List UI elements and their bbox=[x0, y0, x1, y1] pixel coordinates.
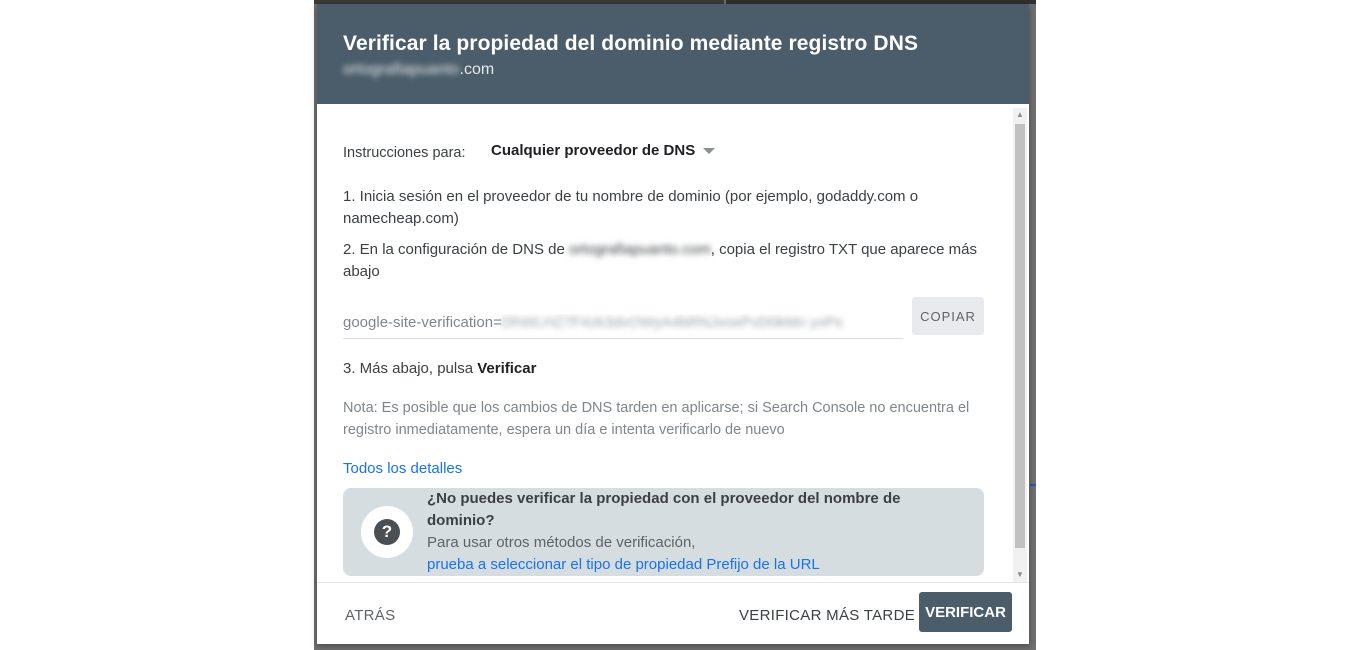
scrollbar-thumb[interactable] bbox=[1015, 124, 1025, 548]
dialog-title: Verificar la propiedad del dominio media… bbox=[343, 32, 919, 55]
dialog-footer: ATRÁS VERIFICAR MÁS TARDE VERIFICAR bbox=[317, 582, 1029, 644]
dns-provider-select[interactable]: Cualquier proveedor de DNS bbox=[491, 142, 716, 159]
dialog-header: Verificar la propiedad del dominio media… bbox=[317, 4, 1029, 104]
step-1-text: 1. Inicia sesión en el proveedor de tu n… bbox=[343, 188, 919, 227]
domain-suffix: .com bbox=[459, 61, 495, 78]
domain-subtitle: ortografiapuanto.com bbox=[343, 61, 494, 79]
txt-record-prefix: google-site-verification= bbox=[343, 314, 502, 331]
blurred-domain: ortografiapuanto bbox=[343, 61, 460, 78]
help-box: ? ¿No puedes verificar la propiedad con … bbox=[343, 488, 984, 576]
dns-note: Nota: Es posible que los cambios de DNS … bbox=[343, 400, 970, 438]
help-circle-icon: ? bbox=[374, 519, 400, 545]
scroll-up-arrow-icon[interactable]: ▲ bbox=[1013, 108, 1027, 122]
dropdown-caret-icon bbox=[703, 148, 716, 154]
txt-record-field[interactable]: google-site-verification=DhWLHZ7F4zk3dvO… bbox=[343, 314, 903, 339]
backdrop-accent bbox=[1030, 484, 1036, 486]
step-3-text: 3. Más abajo, pulsa Verificar bbox=[343, 358, 536, 380]
help-text: ¿No puedes verificar la propiedad con el… bbox=[427, 488, 957, 576]
step-2-text: 2. En la configuración de DNS de ortogra… bbox=[343, 239, 983, 283]
content-scrollbar[interactable]: ▲ ▼ bbox=[1013, 108, 1027, 582]
help-icon-circle: ? bbox=[361, 506, 413, 558]
url-prefix-property-link[interactable]: prueba a seleccionar el tipo de propieda… bbox=[427, 554, 957, 576]
verify-later-button[interactable]: VERIFICAR MÁS TARDE bbox=[729, 597, 925, 633]
scroll-down-arrow-icon[interactable]: ▼ bbox=[1013, 568, 1027, 582]
step-2-prefix: 2. En la configuración de DNS de bbox=[343, 241, 569, 258]
verify-button[interactable]: VERIFICAR bbox=[919, 592, 1012, 632]
all-details-link[interactable]: Todos los detalles bbox=[343, 458, 462, 480]
txt-record-value: DhWLHZ7F4zk3dvOWyA4bRNJvoxPvD0kMn yvPs bbox=[501, 314, 843, 331]
verify-dns-dialog: Verificar la propiedad del dominio media… bbox=[317, 4, 1029, 644]
blurred-domain: ortografiapuanto.com bbox=[568, 241, 711, 258]
dialog-content: Instrucciones para: Cualquier proveedor … bbox=[317, 104, 1013, 582]
back-button[interactable]: ATRÁS bbox=[335, 597, 405, 633]
instructions-label: Instrucciones para: bbox=[343, 145, 466, 161]
step-3-bold: Verificar bbox=[477, 360, 537, 377]
help-title: ¿No puedes verificar la propiedad con el… bbox=[427, 490, 901, 529]
copy-button[interactable]: COPIAR bbox=[912, 297, 984, 335]
dns-provider-value: Cualquier proveedor de DNS bbox=[491, 142, 696, 159]
help-description: Para usar otros métodos de verificación, bbox=[427, 534, 696, 551]
step-3-prefix: 3. Más abajo, pulsa bbox=[343, 360, 478, 377]
